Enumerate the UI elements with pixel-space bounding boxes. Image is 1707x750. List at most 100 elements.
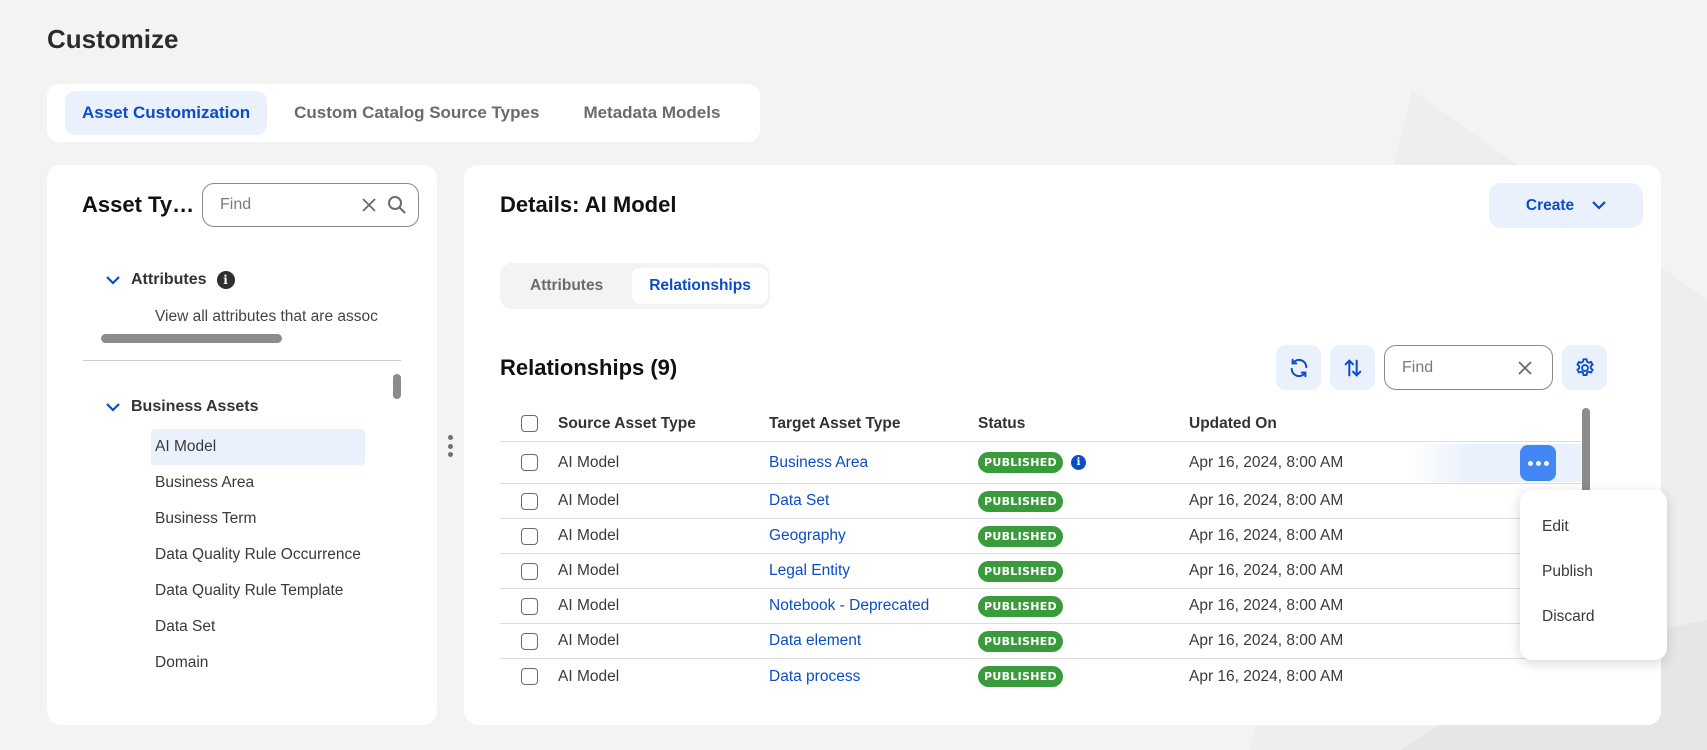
tree-item-dq-rule-occurrence[interactable]: Data Quality Rule Occurrence [151,537,365,573]
table-row[interactable]: AI Model Business Area PUBLISHED i Apr 1… [500,442,1583,484]
target-asset-type-link[interactable]: Legal Entity [769,562,850,580]
target-asset-type-link[interactable]: Data Set [769,492,829,510]
relationships-search-input[interactable] [1402,358,1514,377]
status-cell: PUBLISHED [978,666,1063,687]
panel-resize-handle[interactable] [446,435,454,457]
select-all-checkbox[interactable] [521,415,538,432]
attributes-section-header[interactable]: Attributes i [105,271,235,289]
tree-item-business-term[interactable]: Business Term [151,501,365,537]
asset-types-search [202,183,419,227]
column-header-status[interactable]: Status [978,415,1025,433]
column-header-updated[interactable]: Updated On [1189,415,1277,433]
updated-on: Apr 16, 2024, 8:00 AM [1189,453,1344,471]
status-badge: PUBLISHED [978,595,1063,617]
section-divider [83,360,401,361]
asset-types-search-input[interactable] [220,196,358,214]
horizontal-scrollbar[interactable] [101,334,282,343]
tab-asset-customization[interactable]: Asset Customization [65,91,268,135]
table-row[interactable]: AI Model Legal Entity PUBLISHED Apr 16, … [500,554,1583,589]
business-assets-section-label: Business Assets [131,398,259,415]
business-assets-list: AI Model Business Area Business Term Dat… [151,429,365,681]
tab-metadata-models[interactable]: Metadata Models [566,91,737,135]
menu-item-edit[interactable]: Edit [1520,504,1667,549]
updated-on: Apr 16, 2024, 8:00 AM [1189,632,1344,649]
row-checkbox[interactable] [521,562,538,580]
tree-item-data-set[interactable]: Data Set [151,609,365,645]
create-button-label: Create [1525,196,1575,214]
status-cell: PUBLISHED [978,525,1063,547]
source-asset-type: AI Model [558,597,620,614]
page-title: Customize [47,24,179,54]
table-vertical-scrollbar[interactable] [1582,408,1590,498]
vertical-scrollbar[interactable] [393,374,401,399]
info-icon[interactable]: i [216,271,235,289]
table-row[interactable]: AI Model Notebook - Deprecated PUBLISHED… [500,589,1583,624]
status-badge: PUBLISHED [978,490,1063,512]
gear-icon [1575,357,1594,376]
status-badge: PUBLISHED [978,452,1063,473]
table-row[interactable]: AI Model Data Set PUBLISHED Apr 16, 2024… [500,484,1583,519]
table-row[interactable]: AI Model Data element PUBLISHED Apr 16, … [500,624,1583,659]
clear-icon[interactable] [358,194,380,216]
tab-attributes[interactable]: Attributes [505,268,628,304]
refresh-icon [1290,358,1307,377]
search-icon[interactable] [386,194,408,216]
create-button[interactable]: Create [1489,183,1643,228]
column-header-source[interactable]: Source Asset Type [558,415,696,433]
source-asset-type: AI Model [558,492,620,509]
status-cell: PUBLISHED [978,560,1063,582]
status-badge: PUBLISHED [978,666,1063,687]
status-cell: PUBLISHED [978,595,1063,617]
updated-on: Apr 16, 2024, 8:00 AM [1189,527,1344,544]
updated-on: Apr 16, 2024, 8:00 AM [1189,492,1344,509]
row-checkbox[interactable] [521,668,538,685]
table-header: Source Asset Type Target Asset Type Stat… [500,406,1583,442]
target-asset-type-link[interactable]: Data process [769,668,860,686]
chevron-down-icon[interactable] [105,399,121,415]
target-asset-type-link[interactable]: Business Area [769,454,868,472]
column-header-target[interactable]: Target Asset Type [769,415,901,433]
updated-on: Apr 16, 2024, 8:00 AM [1189,667,1344,685]
sort-button[interactable] [1330,345,1375,390]
relationships-table: Source Asset Type Target Asset Type Stat… [500,406,1583,694]
row-checkbox[interactable] [521,492,538,510]
attributes-section-label: Attributes [131,271,207,288]
refresh-button[interactable] [1276,345,1321,390]
source-asset-type: AI Model [558,667,620,685]
details-sub-tabs: Attributes Relationships [500,263,770,309]
settings-button[interactable] [1562,345,1607,390]
row-actions-button[interactable] [1520,445,1556,481]
menu-item-discard[interactable]: Discard [1520,594,1667,639]
tab-custom-catalog-source-types[interactable]: Custom Catalog Source Types [277,91,556,135]
asset-types-title: Asset Types [82,192,202,217]
tab-relationships[interactable]: Relationships [632,268,768,304]
source-asset-type: AI Model [558,453,620,471]
source-asset-type: AI Model [558,632,620,649]
chevron-down-icon[interactable] [105,272,121,288]
row-checkbox[interactable] [521,597,538,615]
menu-item-publish[interactable]: Publish [1520,549,1667,594]
details-panel: Details: AI Model Create Attributes Rela… [464,165,1661,725]
row-hover-highlight [1408,444,1583,482]
updated-on: Apr 16, 2024, 8:00 AM [1189,562,1344,579]
tree-item-domain[interactable]: Domain [151,645,365,681]
status-cell: PUBLISHED i [978,452,1086,473]
row-checkbox[interactable] [521,454,538,471]
tree-item-dq-rule-template[interactable]: Data Quality Rule Template [151,573,365,609]
target-asset-type-link[interactable]: Notebook - Deprecated [769,597,929,615]
tree-item-business-area[interactable]: Business Area [151,465,365,501]
info-icon[interactable]: i [1070,455,1086,470]
relationships-title: Relationships (9) [500,355,678,380]
clear-icon[interactable] [1514,357,1536,379]
status-cell: PUBLISHED [978,490,1063,512]
tree-item-ai-model[interactable]: AI Model [151,429,365,465]
status-cell: PUBLISHED [978,630,1063,652]
row-checkbox[interactable] [521,632,538,650]
row-checkbox[interactable] [521,527,538,545]
target-asset-type-link[interactable]: Data element [769,632,861,650]
table-row[interactable]: AI Model Geography PUBLISHED Apr 16, 202… [500,519,1583,554]
target-asset-type-link[interactable]: Geography [769,527,846,545]
table-row[interactable]: AI Model Data process PUBLISHED Apr 16, … [500,659,1583,694]
sort-icon [1344,358,1361,377]
business-assets-section-header[interactable]: Business Assets [105,398,258,416]
